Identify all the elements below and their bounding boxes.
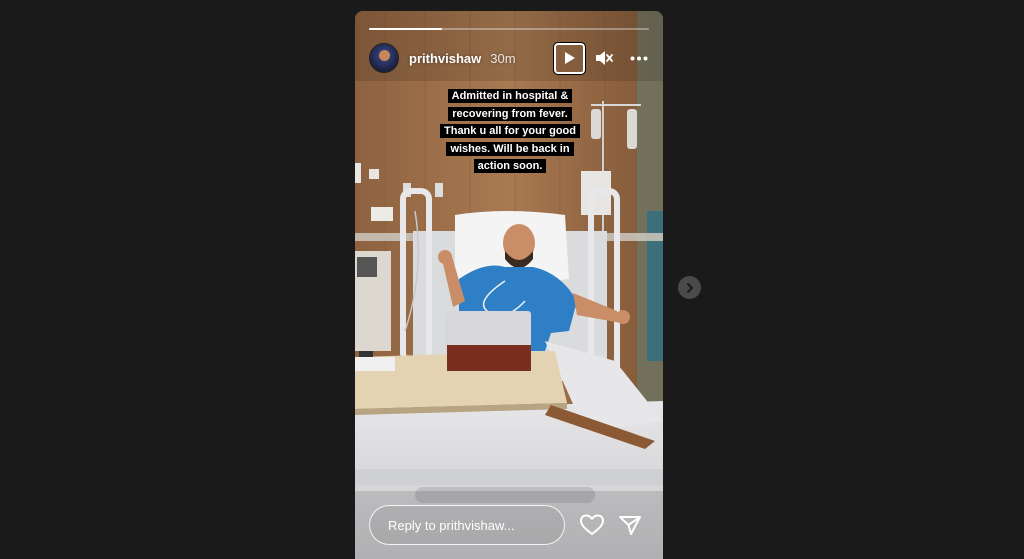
caption-line: Thank u all for your good — [440, 124, 580, 138]
story-caption: Admitted in hospital & recovering from f… — [405, 87, 615, 175]
caption-line: wishes. Will be back in — [446, 141, 574, 156]
heart-icon — [580, 514, 604, 535]
more-options-button[interactable] — [627, 47, 651, 69]
caption-line: action soon. — [473, 159, 547, 173]
story-card[interactable]: prithvishaw 30m Admitted in hospital & r… — [355, 11, 663, 559]
reply-bar: Reply to prithvishaw... — [369, 504, 647, 546]
caption-line: Admitted in hospital & — [447, 89, 573, 103]
send-icon — [619, 516, 641, 535]
reply-input[interactable]: Reply to prithvishaw... — [369, 505, 565, 545]
avatar[interactable] — [369, 43, 399, 73]
share-button[interactable] — [617, 512, 643, 538]
play-button[interactable] — [553, 41, 586, 75]
play-icon — [564, 52, 575, 64]
chevron-right-icon — [686, 282, 693, 293]
story-viewer: prithvishaw 30m Admitted in hospital & r… — [0, 0, 1024, 559]
story-progress-fill — [369, 28, 442, 30]
mute-button[interactable] — [593, 47, 615, 69]
caption-line: recovering from fever. — [448, 106, 572, 121]
username[interactable]: prithvishaw — [409, 51, 481, 66]
post-time: 30m — [490, 50, 516, 66]
more-horizontal-icon — [630, 56, 648, 60]
story-controls — [553, 41, 651, 75]
next-story-button[interactable] — [678, 276, 701, 299]
story-progress-bar — [369, 28, 649, 30]
like-button[interactable] — [579, 512, 605, 538]
story-header: prithvishaw 30m — [369, 41, 651, 75]
speaker-muted-icon — [596, 51, 613, 65]
